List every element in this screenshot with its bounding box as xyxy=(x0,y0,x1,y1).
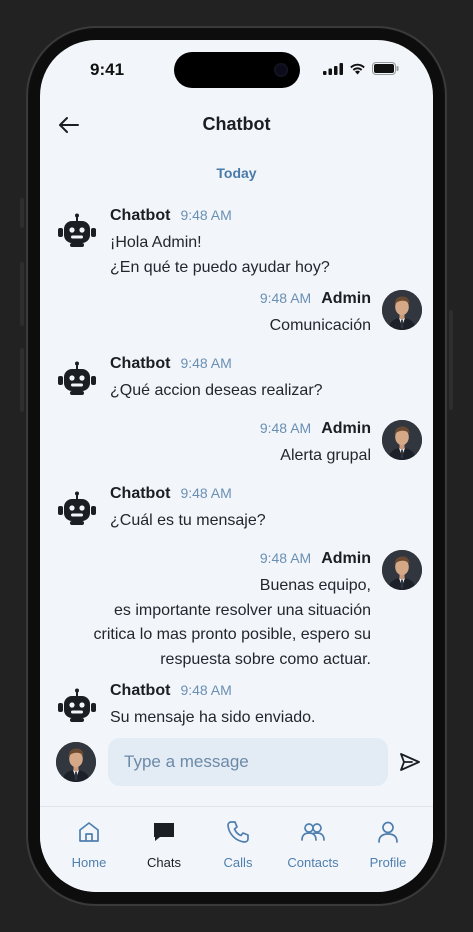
message-time: 9:48 AM xyxy=(180,682,232,698)
chatbot-avatar-icon xyxy=(56,688,98,724)
status-icons xyxy=(323,62,399,75)
tab-home[interactable]: Home xyxy=(52,819,126,870)
message-line: ¿Cuál es tu mensaje? xyxy=(110,512,266,529)
message-text: ¡Hola Admin! ¿En qué te puedo ayudar hoy… xyxy=(110,231,380,280)
message-line: Su mensaje ha sido enviado. xyxy=(110,709,316,726)
tab-label: Profile xyxy=(369,855,407,870)
tab-chats[interactable]: Chats xyxy=(127,819,201,870)
home-icon xyxy=(79,822,99,842)
action-button xyxy=(20,198,24,228)
bottom-tab-bar: Home Chats Calls Contacts Profile xyxy=(40,806,433,892)
phone-icon xyxy=(227,821,249,843)
tab-profile[interactable]: Profile xyxy=(351,819,425,870)
tab-contacts[interactable]: Contacts xyxy=(276,819,350,870)
page-title: Chatbot xyxy=(202,114,271,134)
user-avatar[interactable] xyxy=(56,742,96,782)
message-bot: Chatbot 9:48 AM ¿Cuál es tu mensaje? xyxy=(40,485,433,540)
power-button xyxy=(449,310,453,410)
message-bot: Chatbot 9:48 AM Su mensaje ha sido enviad… xyxy=(40,682,433,737)
message-text: ¿Cuál es tu mensaje? xyxy=(110,509,380,534)
message-admin: 9:48 AM Admin Comunicación xyxy=(40,290,433,345)
message-line: Alerta grupal xyxy=(280,447,371,464)
message-line: ¡Hola Admin! xyxy=(110,234,202,251)
message-text: Alerta grupal xyxy=(280,444,371,469)
sender-name: Admin xyxy=(321,550,371,567)
message-admin: 9:48 AM Admin Alerta grupal xyxy=(40,420,433,475)
tab-label: Calls xyxy=(223,855,253,870)
wifi-icon xyxy=(350,63,365,75)
sender-name: Chatbot xyxy=(110,355,171,372)
volume-up-button xyxy=(20,262,24,326)
status-time: 9:41 xyxy=(90,60,125,79)
tab-calls[interactable]: Calls xyxy=(201,819,275,870)
sender-name: Chatbot xyxy=(110,485,171,502)
message-time: 9:48 AM xyxy=(259,290,312,306)
chatbot-avatar-icon xyxy=(56,361,98,397)
chatbot-avatar-icon xyxy=(56,491,98,527)
sender-name: Chatbot xyxy=(110,682,171,699)
camera-icon xyxy=(274,63,288,77)
message-line: Comunicación xyxy=(269,317,371,334)
admin-avatar[interactable] xyxy=(382,290,422,330)
admin-avatar[interactable] xyxy=(382,420,422,460)
message-text: Comunicación xyxy=(270,314,371,339)
message-time: 9:48 AM xyxy=(180,485,232,501)
admin-avatar[interactable] xyxy=(382,550,422,590)
message-time: 9:48 AM xyxy=(180,207,232,223)
message-text: Buenas equipo, es importante resolver un… xyxy=(94,574,371,672)
signal-icon xyxy=(323,62,343,75)
message-input[interactable] xyxy=(108,738,388,786)
message-line: ¿En qué te puedo ayudar hoy? xyxy=(110,258,330,276)
battery-icon xyxy=(372,62,399,75)
send-icon[interactable] xyxy=(398,750,422,774)
sender-name: Chatbot xyxy=(110,207,171,224)
tab-label: Contacts xyxy=(287,855,339,870)
contacts-icon xyxy=(301,823,325,841)
message-composer xyxy=(40,738,433,790)
message-line: respuesta sobre como actuar. xyxy=(160,650,371,668)
chat-header: Chatbot xyxy=(40,106,433,146)
screen: 9:41 Chatbot Today Chatbot 9:48 AM ¡Hola… xyxy=(40,40,433,892)
message-time: 9:48 AM xyxy=(180,355,232,371)
message-line: es importante resolver una situación xyxy=(113,601,371,619)
message-line: Buenas equipo, xyxy=(259,577,371,594)
tab-label: Chats xyxy=(147,855,181,870)
profile-icon xyxy=(378,821,398,843)
tab-label: Home xyxy=(71,855,107,870)
message-bot: Chatbot 9:48 AM ¿Qué accion deseas realiz… xyxy=(40,355,433,410)
chat-icon xyxy=(154,823,174,841)
message-line: critica lo mas pronto posible, espero su xyxy=(93,626,371,643)
message-bot: Chatbot 9:48 AM ¡Hola Admin! ¿En qué te p… xyxy=(40,207,433,287)
message-admin: 9:48 AM Admin Buenas equipo, es important… xyxy=(40,550,433,675)
volume-down-button xyxy=(20,348,24,412)
dynamic-island xyxy=(174,52,300,88)
message-time: 9:48 AM xyxy=(259,550,312,566)
sender-name: Admin xyxy=(321,290,371,307)
message-text: ¿Qué accion deseas realizar? xyxy=(110,379,380,404)
message-line: ¿Qué accion deseas realizar? xyxy=(110,382,323,399)
day-separator: Today xyxy=(216,165,257,181)
chatbot-avatar-icon xyxy=(56,213,98,249)
sender-name: Admin xyxy=(321,420,371,437)
message-time: 9:48 AM xyxy=(259,420,312,436)
message-text: Su mensaje ha sido enviado. xyxy=(110,706,380,731)
